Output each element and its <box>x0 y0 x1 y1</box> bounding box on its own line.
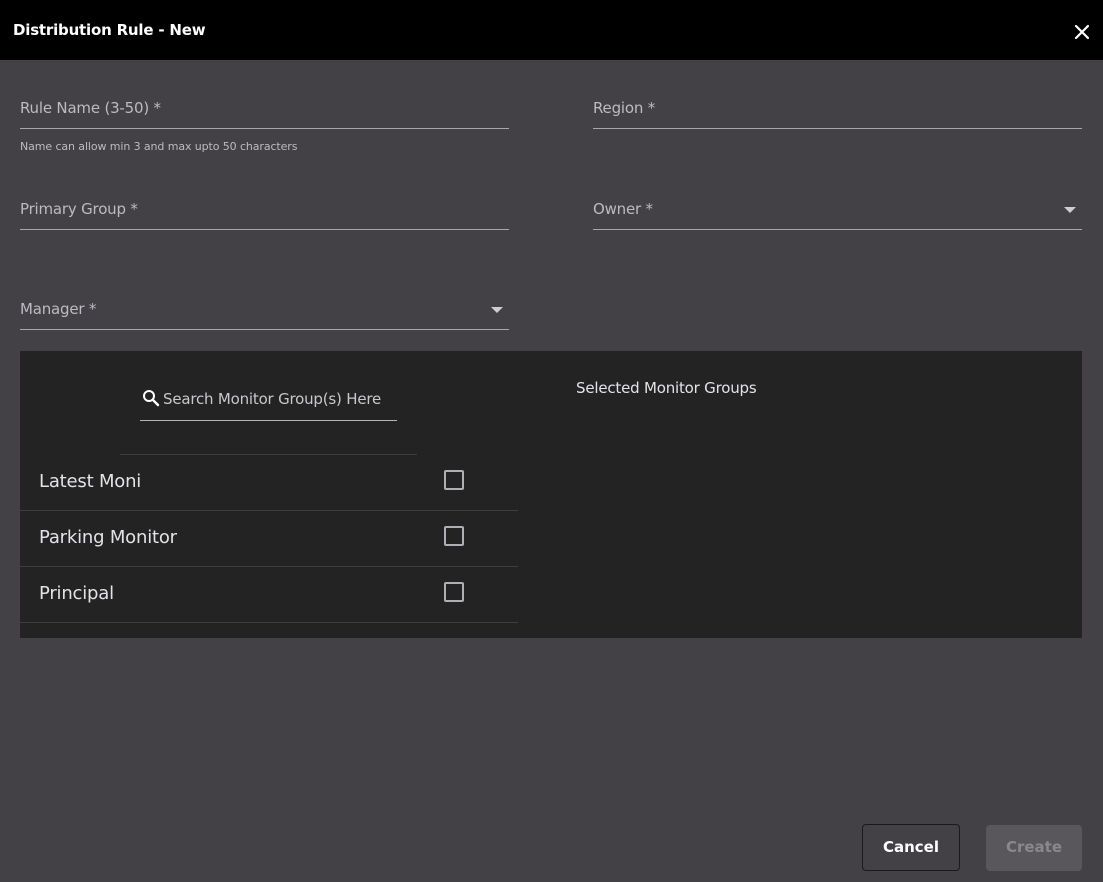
search-placeholder: Search Monitor Group(s) Here <box>163 390 382 408</box>
primary-group-label: Primary Group * <box>20 200 138 218</box>
close-icon <box>1074 24 1090 40</box>
list-item-label: Principal <box>39 583 114 604</box>
region-label: Region * <box>593 99 656 117</box>
primary-group-field[interactable]: Primary Group * <box>20 192 509 230</box>
rule-name-label: Rule Name (3-50) * <box>20 99 161 117</box>
manager-select[interactable]: Manager * <box>20 292 509 330</box>
list-item[interactable]: Principal <box>20 567 518 623</box>
create-button[interactable]: Create <box>986 825 1082 871</box>
list-item[interactable]: Parking Monitor <box>20 511 518 567</box>
dialog-title: Distribution Rule - New <box>13 21 206 39</box>
close-button[interactable] <box>1070 20 1094 44</box>
dialog-header: Distribution Rule - New <box>0 0 1103 60</box>
region-field[interactable]: Region * <box>593 91 1082 129</box>
list-item-label: Latest Moni <box>39 471 142 492</box>
list-item[interactable]: Latest Moni <box>20 455 518 511</box>
monitor-group-search-input[interactable]: Search Monitor Group(s) Here <box>140 381 397 421</box>
caret-down-icon <box>1064 207 1076 213</box>
rule-name-hint: Name can allow min 3 and max upto 50 cha… <box>20 140 298 153</box>
search-icon <box>143 390 160 407</box>
list-item-label: Parking Monitor <box>39 527 177 548</box>
list-item-checkbox[interactable] <box>444 470 464 490</box>
manager-label: Manager * <box>20 300 97 318</box>
list-item-checkbox[interactable] <box>444 582 464 602</box>
cancel-button[interactable]: Cancel <box>862 824 960 871</box>
rule-name-field[interactable]: Rule Name (3-50) * <box>20 91 509 129</box>
list-item-checkbox[interactable] <box>444 526 464 546</box>
monitor-groups-panel: Search Monitor Group(s) Here Latest Moni… <box>20 351 1082 638</box>
monitor-group-list: Latest Moni Parking Monitor Principal <box>20 455 518 623</box>
owner-select[interactable]: Owner * <box>593 192 1082 230</box>
owner-label: Owner * <box>593 200 653 218</box>
caret-down-icon <box>491 307 503 313</box>
selected-monitor-groups-title: Selected Monitor Groups <box>576 379 757 397</box>
